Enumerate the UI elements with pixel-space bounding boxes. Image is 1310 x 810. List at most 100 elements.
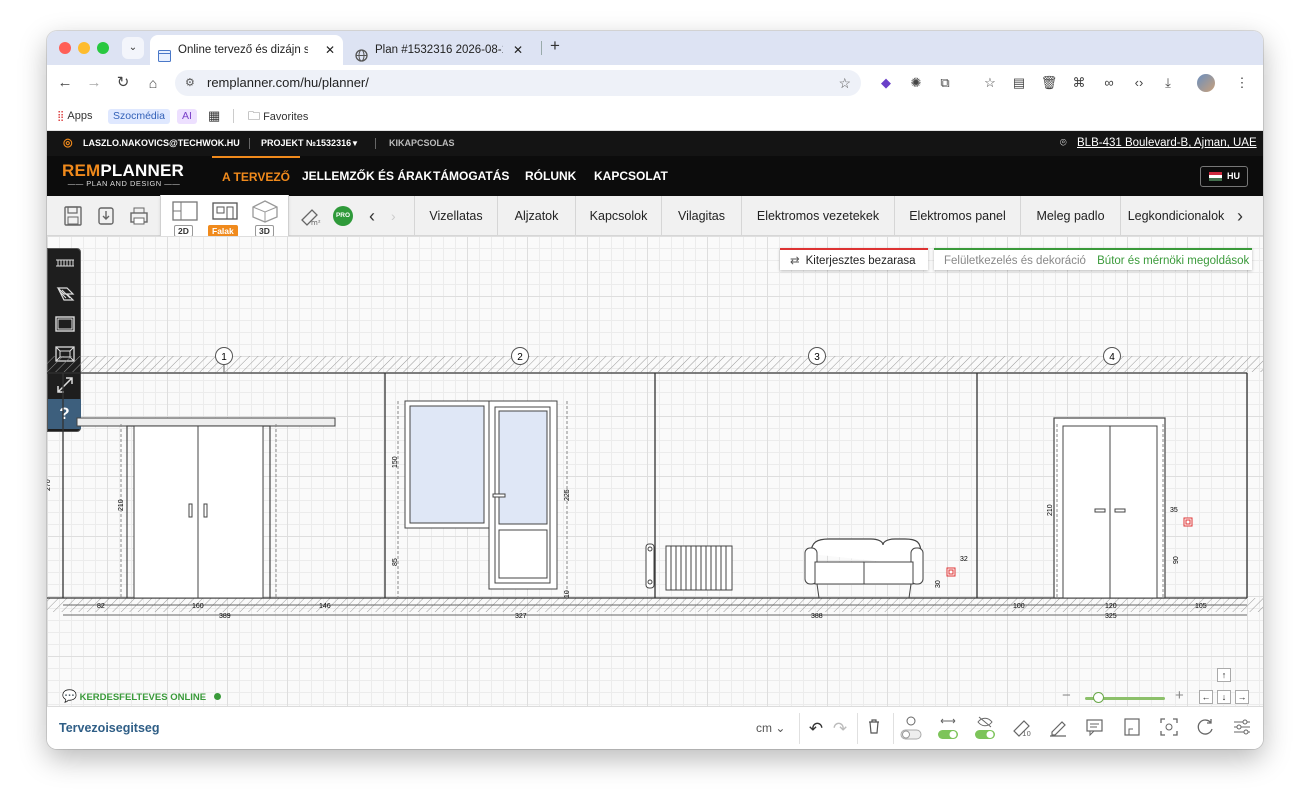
back-button[interactable]: ← (55, 65, 75, 101)
hints-toggle-icon[interactable] (898, 716, 924, 742)
tab-plan[interactable]: Plan #1532316 2026-08-17 1 ✕ (347, 35, 537, 65)
maximize-window-button[interactable] (97, 42, 109, 54)
logout-link[interactable]: KIKAPCSOLAS (389, 131, 455, 156)
category-electric-panel[interactable]: Elektromos panel (895, 196, 1021, 236)
units-select[interactable]: cm ⌄ (756, 707, 785, 749)
window-1[interactable] (404, 400, 490, 529)
language-button[interactable]: HU (1200, 166, 1248, 187)
delete-icon[interactable] (861, 716, 887, 742)
caret-down-icon[interactable]: ▼ (351, 131, 359, 156)
print-icon[interactable] (128, 205, 150, 227)
measure-area-icon[interactable]: m² (299, 205, 321, 227)
dimensions-toggle-icon[interactable] (935, 716, 961, 742)
home-button[interactable]: ⌂ (143, 65, 163, 101)
pan-down-button[interactable]: ↓ (1217, 690, 1231, 704)
address-bar[interactable]: ⚙ remplanner.com/hu/planner/ ☆ (175, 70, 861, 96)
outlet-2[interactable] (1183, 517, 1193, 527)
import-icon[interactable] (95, 205, 117, 227)
project-dropdown[interactable]: PROJEKT №1532316 (261, 131, 351, 156)
sofa[interactable] (804, 538, 924, 599)
browser-toolbar: ← → ↻ ⌂ ⚙ remplanner.com/hu/planner/ ☆ ◆… (47, 65, 1263, 101)
link-icon[interactable]: ∞ (1100, 74, 1118, 92)
close-window-button[interactable] (59, 42, 71, 54)
trash-icon[interactable]: 🗑 (1040, 74, 1058, 92)
close-tab-icon[interactable]: ✕ (325, 35, 335, 65)
bottom-toolbar: Tervezoisegitseg cm ⌄ ↶ ↷ 10 (47, 706, 1263, 749)
zoom-in-button[interactable]: + (1175, 687, 1184, 704)
code-icon[interactable]: ‹› (1130, 74, 1148, 92)
nav-support[interactable]: TÁMOGATÁS (433, 156, 509, 196)
pan-left-button[interactable]: ← (1199, 690, 1213, 704)
category-outlets[interactable]: Aljzatok (498, 196, 576, 236)
screenshot-icon[interactable] (1156, 716, 1182, 742)
category-floor-heating[interactable]: Meleg padlo (1021, 196, 1121, 236)
planner-canvas[interactable]: ? ⇄ Kiterjesztes bezarasa Felületkezelés … (47, 236, 1263, 706)
save-icon[interactable] (62, 205, 84, 227)
plan-2d-icon[interactable] (171, 199, 199, 226)
category-plumbing[interactable]: Vizellatas (414, 196, 498, 236)
reading-list-icon[interactable]: ▤ (1010, 74, 1028, 92)
pan-up-button[interactable]: ↑ (1217, 668, 1231, 682)
design-help-link[interactable]: Tervezoisegitseg (59, 707, 160, 749)
rotate-icon[interactable] (1192, 716, 1218, 742)
nav-designer[interactable]: A TERVEZŐ (212, 156, 301, 196)
zoom-slider-thumb[interactable] (1093, 692, 1104, 703)
reload-button[interactable]: ↻ (113, 65, 133, 101)
dim-label: 210 (1047, 504, 1054, 516)
pencil-icon[interactable] (1045, 716, 1071, 742)
bookmark-apps[interactable]: ⣿ Apps (57, 101, 92, 132)
profile-avatar[interactable] (1197, 74, 1215, 92)
nav-features[interactable]: JELLEMZŐK ÉS ÁRAK (302, 156, 432, 196)
download-icon[interactable]: ⤓ (1159, 74, 1177, 92)
category-lighting[interactable]: Vilagitas (662, 196, 742, 236)
radiator[interactable] (645, 543, 733, 591)
scroll-right-icon[interactable]: › (1237, 205, 1259, 227)
site-settings-icon[interactable]: ⚙ (185, 70, 195, 96)
walls-view-icon[interactable] (211, 199, 239, 226)
category-air-conditioners[interactable]: Legkondicionalok (1121, 196, 1231, 236)
star-icon[interactable]: ☆ (981, 74, 999, 92)
remplanner-logo[interactable]: REMPLANNER —— PLAN AND DESIGN —— (62, 162, 192, 190)
scroll-left-icon[interactable]: ‹ (369, 205, 391, 227)
comments-icon[interactable] (1082, 716, 1108, 742)
tab-search-button[interactable]: ⌄ (122, 37, 144, 59)
ruler-icon[interactable]: 10 (1009, 716, 1035, 742)
view-3d-icon[interactable] (251, 199, 279, 226)
minimize-window-button[interactable] (78, 42, 90, 54)
nav-about[interactable]: RÓLUNK (525, 156, 576, 196)
menu-icon[interactable]: ⋮ (1233, 74, 1251, 92)
category-wiring[interactable]: Elektromos vezetekek (742, 196, 895, 236)
undo-icon[interactable]: ↶ (803, 716, 829, 742)
outlet-1[interactable] (946, 567, 956, 577)
category-switches[interactable]: Kapcsolok (576, 196, 662, 236)
nav-contact[interactable]: KAPCSOLAT (594, 156, 668, 196)
zoom-out-button[interactable]: − (1062, 687, 1071, 704)
location-link[interactable]: BLB-431 Boulevard-B, Ajman, UAE (1077, 131, 1257, 156)
pan-right-button[interactable]: → (1235, 690, 1249, 704)
close-tab-icon[interactable]: ✕ (513, 35, 523, 65)
openai-extension-icon[interactable]: ✺ (907, 74, 925, 92)
double-door-2[interactable] (1053, 417, 1166, 599)
bookmark-favorites[interactable]: 🗀 Favorites (248, 101, 308, 132)
tab-planner[interactable]: Online tervező és dizájn szoftver ✕ (150, 35, 343, 65)
new-tab-button[interactable]: + (550, 36, 560, 56)
double-door-1[interactable] (76, 417, 336, 599)
bookmark-star-icon[interactable]: ☆ (838, 70, 851, 96)
puzzle-icon[interactable]: ⧉ (936, 74, 954, 92)
extension-icon[interactable]: ◆ (877, 74, 895, 92)
online-chat-link[interactable]: 💬 KERDESFELTEVES ONLINE (62, 689, 221, 703)
scroll-indicator: › (391, 208, 396, 224)
forward-button[interactable]: → (84, 65, 104, 101)
settings-sliders-icon[interactable] (1229, 716, 1255, 742)
grid-icon[interactable]: ▦ (208, 101, 220, 131)
balcony-door[interactable] (488, 400, 558, 590)
pro-badge[interactable]: PRO (333, 206, 353, 226)
translate-icon[interactable]: ⌘ (1070, 74, 1088, 92)
user-email[interactable]: LASZLO.NAKOVICS@TECHWOK.HU (83, 131, 240, 156)
floorplan-icon[interactable] (1119, 716, 1145, 742)
toolbar-divider (893, 713, 894, 744)
bookmark-szocmedia[interactable]: Szocmédia (108, 101, 170, 131)
visibility-toggle-icon[interactable] (972, 716, 998, 742)
bookmark-ai[interactable]: AI (177, 101, 197, 131)
redo-icon[interactable]: ↷ (827, 716, 853, 742)
